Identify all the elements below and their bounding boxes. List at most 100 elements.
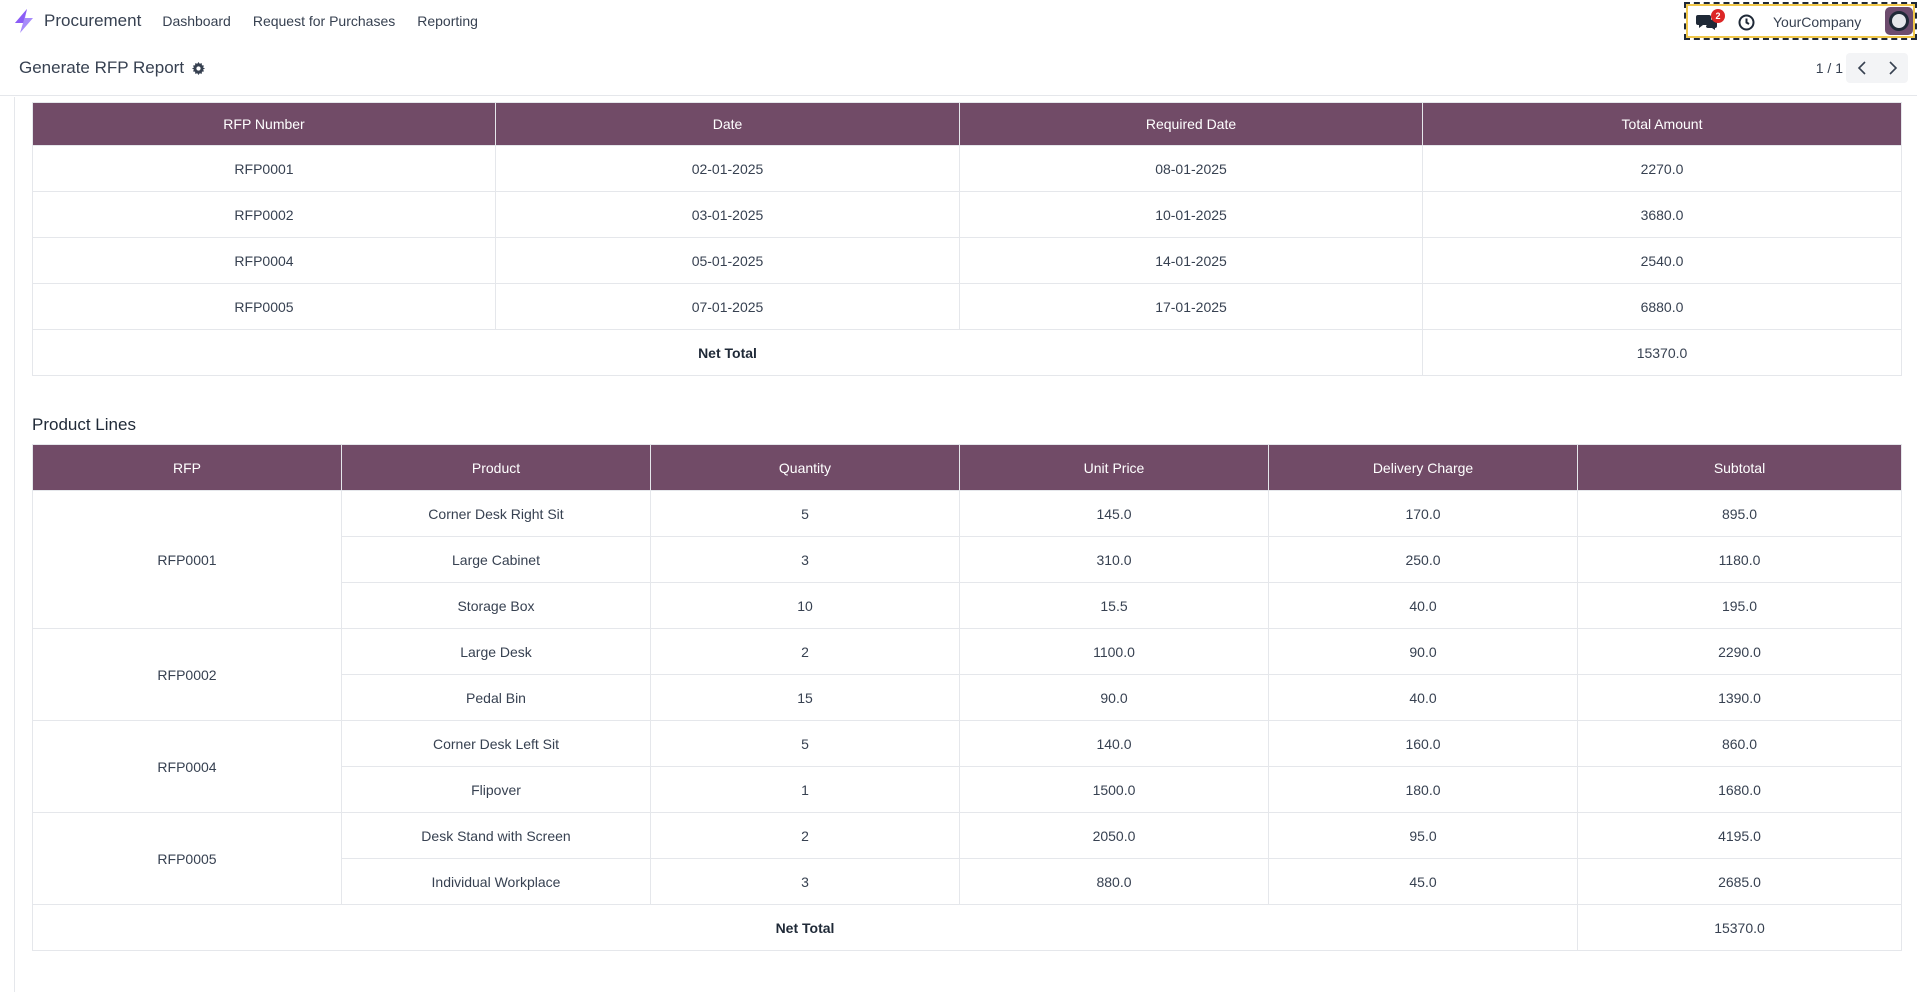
subtotal: 860.0 [1577,720,1902,767]
main-menu: Dashboard Request for Purchases Reportin… [151,0,489,42]
rfp-required-date: 08-01-2025 [959,145,1423,192]
user-avatar[interactable] [1885,7,1913,35]
unit-price: 140.0 [959,720,1269,767]
gear-icon[interactable] [192,61,206,75]
top-navbar: Procurement Dashboard Request for Purcha… [0,0,1917,42]
rfp-group-cell: RFP0005 [32,812,342,905]
pager-value[interactable]: 1 / 1 [1816,60,1843,76]
activity-clock-icon[interactable] [1738,14,1755,31]
rfp-required-date: 17-01-2025 [959,283,1423,330]
net-total-row: Net Total 15370.0 [32,329,1902,376]
unit-price: 90.0 [959,674,1269,721]
subtotal: 1390.0 [1577,674,1902,721]
table-row: RFP0002 03-01-2025 10-01-2025 3680.0 [32,191,1902,238]
systray: 2 YourCompany [1684,2,1917,40]
table-row: RFP0005 Desk Stand with Screen 2 2050.0 … [32,812,1902,905]
company-switcher[interactable]: YourCompany [1773,14,1861,30]
net-total-value: 15370.0 [1422,329,1902,376]
delivery-charge: 40.0 [1268,582,1578,629]
menu-request-for-purchases[interactable]: Request for Purchases [242,0,406,42]
delivery-charge: 250.0 [1268,536,1578,583]
product-name: Storage Box [341,582,651,629]
control-panel: Generate RFP Report 1 / 1 [0,42,1917,96]
unit-price: 15.5 [959,582,1269,629]
table-row: RFP0005 07-01-2025 17-01-2025 6880.0 [32,283,1902,330]
quantity: 3 [650,536,960,583]
quantity: 5 [650,490,960,537]
product-name: Pedal Bin [341,674,651,721]
report-content: RFP Number Date Required Date Total Amou… [14,97,1917,992]
rfp-number: RFP0005 [32,283,496,330]
table-row: RFP0001 Corner Desk Right Sit 5 145.0 17… [32,490,1902,629]
message-count-badge: 2 [1711,9,1725,23]
delivery-charge: 170.0 [1268,490,1578,537]
quantity: 5 [650,720,960,767]
quantity: 2 [650,628,960,675]
table-header-row: RFP Number Date Required Date Total Amou… [32,102,1902,146]
pager-previous-button[interactable] [1846,53,1877,83]
chevron-right-icon [1888,61,1897,75]
column-header: Total Amount [1422,102,1902,146]
product-name: Desk Stand with Screen [341,812,651,859]
unit-price: 880.0 [959,858,1269,905]
unit-price: 1100.0 [959,628,1269,675]
delivery-charge: 90.0 [1268,628,1578,675]
pager-next-button[interactable] [1877,53,1908,83]
chevron-left-icon [1857,61,1866,75]
menu-reporting[interactable]: Reporting [406,0,489,42]
column-header: RFP [32,444,342,491]
product-name: Flipover [341,766,651,813]
menu-dashboard[interactable]: Dashboard [151,0,242,42]
rfp-date: 03-01-2025 [495,191,960,238]
subtotal: 1680.0 [1577,766,1902,813]
subtotal: 895.0 [1577,490,1902,537]
delivery-charge: 160.0 [1268,720,1578,767]
product-lines-title: Product Lines [32,415,136,434]
column-header: Required Date [959,102,1423,146]
rfp-group-cell: RFP0001 [32,490,342,629]
product-lines-table: RFP Product Quantity Unit Price Delivery… [32,444,1902,951]
net-total-label: Net Total [32,329,1423,376]
quantity: 1 [650,766,960,813]
column-header: Subtotal [1577,444,1902,491]
column-header: Product [341,444,651,491]
rfp-date: 07-01-2025 [495,283,960,330]
rfp-required-date: 14-01-2025 [959,237,1423,284]
column-header: RFP Number [32,102,496,146]
breadcrumb: Generate RFP Report [19,58,206,78]
app-name: Procurement [44,11,142,30]
product-name: Large Desk [341,628,651,675]
rfp-total-amount: 2540.0 [1422,237,1902,284]
delivery-charge: 95.0 [1268,812,1578,859]
subtotal: 2685.0 [1577,858,1902,905]
rfp-number: RFP0002 [32,191,496,238]
rfp-group-cell: RFP0002 [32,628,342,721]
unit-price: 145.0 [959,490,1269,537]
subtotal: 1180.0 [1577,536,1902,583]
product-name: Corner Desk Right Sit [341,490,651,537]
unit-price: 310.0 [959,536,1269,583]
rfp-number: RFP0001 [32,145,496,192]
rfp-date: 05-01-2025 [495,237,960,284]
app-brand[interactable]: Procurement [10,0,141,42]
quantity: 10 [650,582,960,629]
delivery-charge: 40.0 [1268,674,1578,721]
table-header-row: RFP Product Quantity Unit Price Delivery… [32,444,1902,491]
delivery-charge: 45.0 [1268,858,1578,905]
rfp-total-amount: 3680.0 [1422,191,1902,238]
unit-price: 2050.0 [959,812,1269,859]
procurement-logo-icon [15,9,33,33]
column-header: Delivery Charge [1268,444,1578,491]
rfp-total-amount: 6880.0 [1422,283,1902,330]
subtotal: 4195.0 [1577,812,1902,859]
unit-price: 1500.0 [959,766,1269,813]
table-row: RFP0004 Corner Desk Left Sit 5 140.0 160… [32,720,1902,813]
product-name: Large Cabinet [341,536,651,583]
column-header: Quantity [650,444,960,491]
rfp-number: RFP0004 [32,237,496,284]
column-header: Unit Price [959,444,1269,491]
subtotal: 2290.0 [1577,628,1902,675]
net-total-value: 15370.0 [1577,904,1902,951]
quantity: 2 [650,812,960,859]
table-row: RFP0001 02-01-2025 08-01-2025 2270.0 [32,145,1902,192]
